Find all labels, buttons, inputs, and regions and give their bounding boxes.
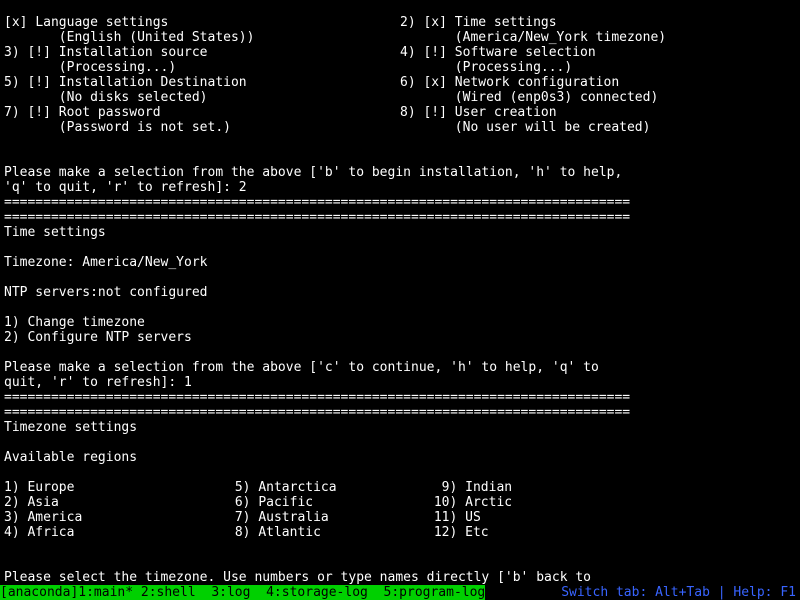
- region-option[interactable]: 7) Australia: [235, 510, 329, 525]
- region-col-b: 5) Antarctica 6) Pacific 7) Australia 8)…: [235, 465, 434, 555]
- status-bar-help: Switch tab: Alt+Tab | Help: F1: [561, 585, 800, 600]
- menu-item-status-mark: [!]: [423, 45, 446, 60]
- menu-item-4-sub: (Processing...): [400, 60, 572, 75]
- selection-prompt-1-line1: Please make a selection from the above […: [0, 165, 800, 180]
- menu-item-1[interactable]: [x] Language settings: [4, 15, 168, 30]
- menu-item-label: Installation source: [59, 45, 208, 60]
- available-regions-label: Available regions: [0, 450, 800, 465]
- terminal-screen: [x] Language settings (English (United S…: [0, 0, 800, 600]
- menu-item-label: Language settings: [35, 15, 168, 30]
- status-bar-tabs[interactable]: [anaconda]1:main* 2:shell 3:log 4:storag…: [0, 585, 485, 600]
- status-bar: [anaconda]1:main* 2:shell 3:log 4:storag…: [0, 585, 800, 600]
- region-option[interactable]: 2) Asia: [4, 495, 59, 510]
- menu-item-6-sub: (Wired (enp0s3) connected): [400, 90, 658, 105]
- blank-line: [0, 300, 800, 315]
- selection-prompt-1-line2[interactable]: 'q' to quit, 'r' to refresh]: 2: [0, 180, 800, 195]
- region-option[interactable]: 9) Indian: [434, 480, 512, 495]
- menu-item-2-sub: (America/New_York timezone): [400, 30, 666, 45]
- menu-item-5[interactable]: 5) [!] Installation Destination: [4, 75, 247, 90]
- ntp-value: NTP servers:not configured: [0, 285, 800, 300]
- option-configure-ntp[interactable]: 2) Configure NTP servers: [0, 330, 800, 345]
- menu-item-2[interactable]: 2) [x] Time settings: [400, 15, 557, 30]
- menu-item-7[interactable]: 7) [!] Root password: [4, 105, 161, 120]
- blank-line: [0, 270, 800, 285]
- menu-item-status-mark: [x]: [423, 15, 446, 30]
- menu-item-5-sub: (No disks selected): [4, 90, 208, 105]
- region-option[interactable]: 8) Atlantic: [235, 525, 321, 540]
- rule-1a: ========================================…: [0, 195, 800, 210]
- menu-item-status-mark: [!]: [27, 45, 50, 60]
- menu-col-left: [x] Language settings (English (United S…: [0, 0, 400, 150]
- region-option[interactable]: 6) Pacific: [235, 495, 313, 510]
- rule-2a: ========================================…: [0, 390, 800, 405]
- blank-line: [0, 150, 800, 165]
- rule-1b: ========================================…: [0, 210, 800, 225]
- region-option[interactable]: 10) Arctic: [434, 495, 512, 510]
- menu-item-label: Network configuration: [455, 75, 619, 90]
- menu-item-4[interactable]: 4) [!] Software selection: [400, 45, 596, 60]
- menu-item-label: Installation Destination: [59, 75, 247, 90]
- selection-prompt-3-line1: Please select the timezone. Use numbers …: [0, 570, 800, 585]
- installer-menu: [x] Language settings (English (United S…: [0, 0, 800, 150]
- region-col-a: 1) Europe 2) Asia 3) America 4) Africa: [4, 465, 235, 555]
- menu-item-label: Time settings: [455, 15, 557, 30]
- menu-item-status-mark: [!]: [423, 105, 446, 120]
- region-list: 1) Europe 2) Asia 3) America 4) Africa 5…: [0, 465, 800, 555]
- menu-item-3[interactable]: 3) [!] Installation source: [4, 45, 208, 60]
- menu-item-label: Root password: [59, 105, 161, 120]
- selection-prompt-2-line1: Please make a selection from the above […: [0, 360, 800, 375]
- option-change-timezone[interactable]: 1) Change timezone: [0, 315, 800, 330]
- menu-col-right: 2) [x] Time settings (America/New_York t…: [400, 0, 800, 150]
- region-option[interactable]: 5) Antarctica: [235, 480, 337, 495]
- time-settings-heading: Time settings: [0, 225, 800, 240]
- region-option[interactable]: 4) Africa: [4, 525, 74, 540]
- menu-item-7-sub: (Password is not set.): [4, 120, 231, 135]
- menu-item-status-mark: [x]: [4, 15, 27, 30]
- timezone-settings-heading: Timezone settings: [0, 420, 800, 435]
- blank-line: [0, 555, 800, 570]
- menu-item-status-mark: [!]: [27, 105, 50, 120]
- menu-item-label: Software selection: [455, 45, 596, 60]
- timezone-value: Timezone: America/New_York: [0, 255, 800, 270]
- selection-prompt-2-line2[interactable]: quit, 'r' to refresh]: 1: [0, 375, 800, 390]
- blank-line: [0, 240, 800, 255]
- menu-item-status-mark: [x]: [423, 75, 446, 90]
- menu-item-6[interactable]: 6) [x] Network configuration: [400, 75, 619, 90]
- region-option[interactable]: 11) US: [434, 510, 481, 525]
- menu-item-8[interactable]: 8) [!] User creation: [400, 105, 557, 120]
- menu-item-3-sub: (Processing...): [4, 60, 176, 75]
- menu-item-status-mark: [!]: [27, 75, 50, 90]
- blank-line: [0, 345, 800, 360]
- blank-line: [0, 435, 800, 450]
- status-bar-gap: [485, 585, 561, 600]
- menu-item-label: User creation: [455, 105, 557, 120]
- menu-item-1-sub: (English (United States)): [4, 30, 254, 45]
- region-option[interactable]: 1) Europe: [4, 480, 74, 495]
- region-col-c: 9) Indian 10) Arctic 11) US 12) Etc: [434, 465, 800, 555]
- menu-item-8-sub: (No user will be created): [400, 120, 650, 135]
- region-option[interactable]: 12) Etc: [434, 525, 489, 540]
- rule-2b: ========================================…: [0, 405, 800, 420]
- region-option[interactable]: 3) America: [4, 510, 82, 525]
